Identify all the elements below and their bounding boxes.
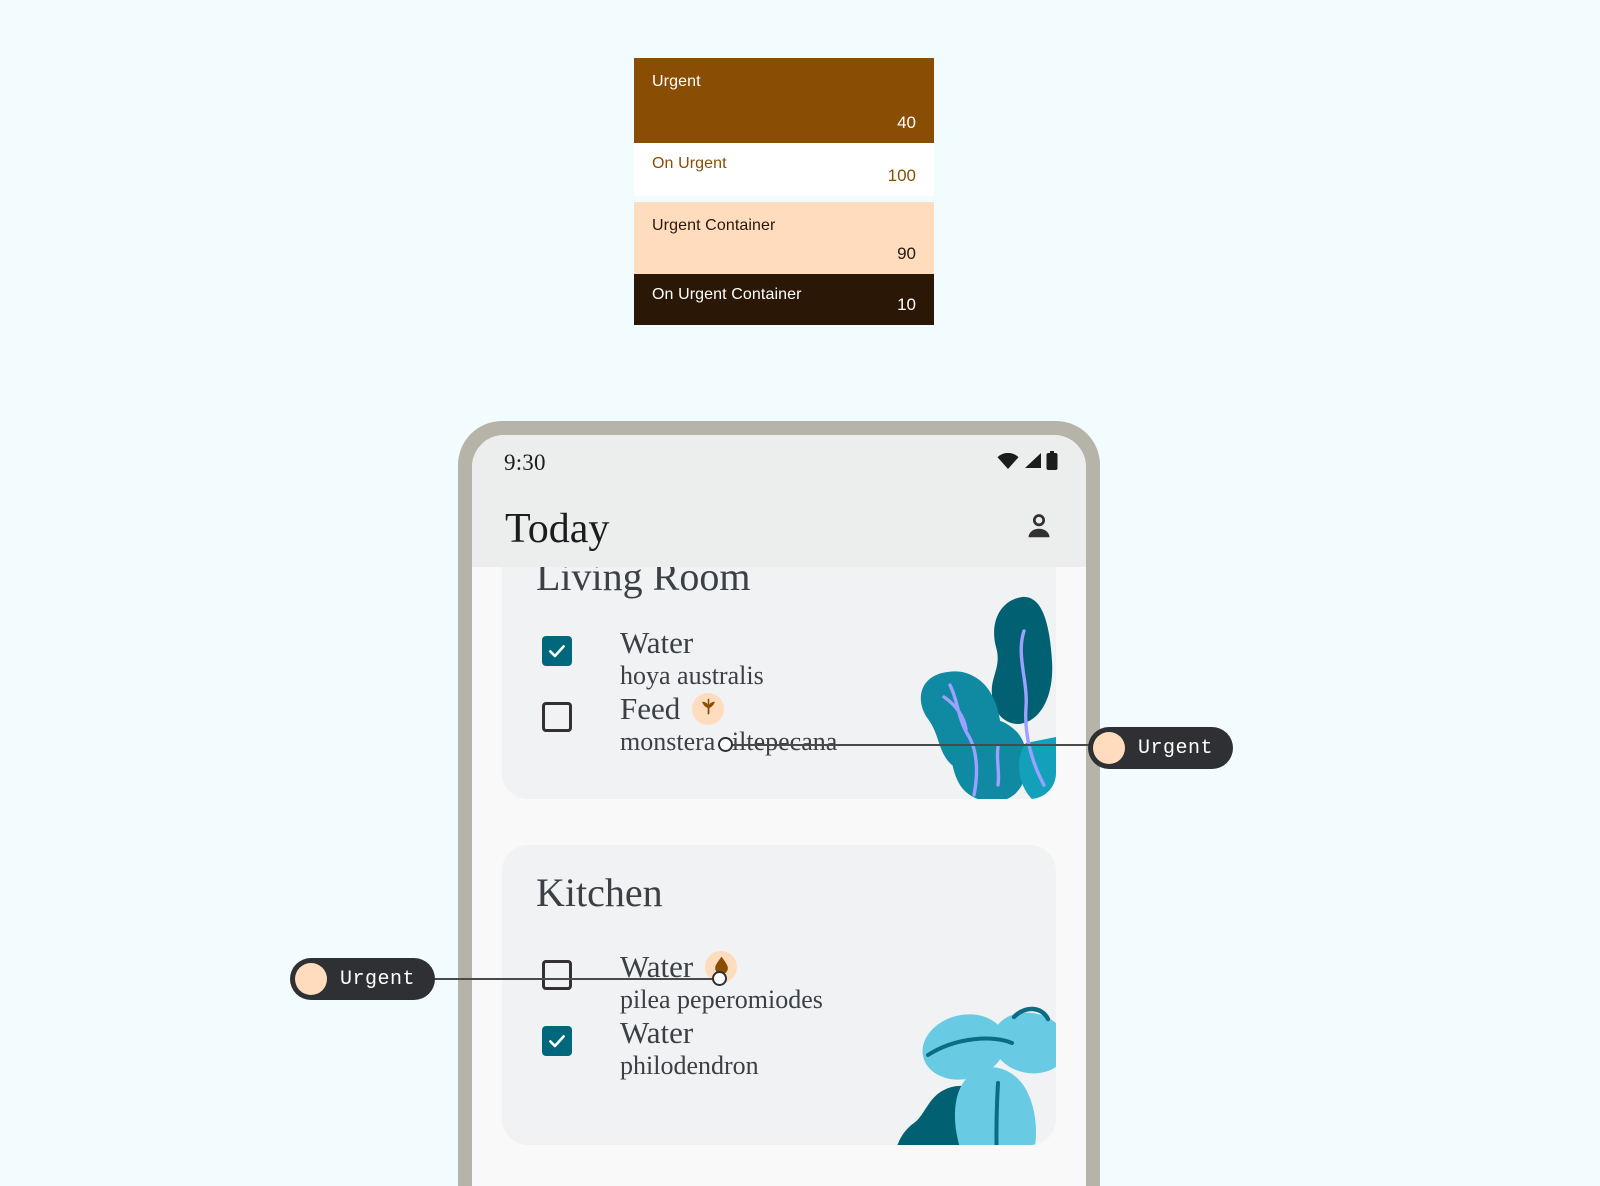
- phone-screen: 9:30 Today Living Room Water hoya austra…: [472, 435, 1086, 1186]
- annotation-anchor-point: [718, 737, 733, 752]
- swatch-name: Urgent Container: [652, 217, 776, 234]
- urgent-badge[interactable]: [692, 693, 725, 725]
- account-circle-icon[interactable]: [1022, 510, 1056, 549]
- battery-icon: [1046, 451, 1058, 475]
- task-checkbox-unchecked[interactable]: [542, 960, 572, 990]
- annotation-label: Urgent: [1138, 736, 1214, 760]
- status-bar: 9:30: [472, 435, 1086, 491]
- task-action: Water: [620, 1015, 694, 1050]
- color-swatch-dot: [1093, 732, 1125, 764]
- color-swatch-dot: [295, 963, 327, 995]
- task-list: Living Room Water hoya australis Feed mo…: [472, 567, 1086, 1145]
- swatch-on-urgent: On Urgent 100: [634, 143, 934, 196]
- swatch-tone: 10: [897, 295, 916, 314]
- swatch-name: On Urgent Container: [652, 286, 802, 303]
- annotation-leader-line: [428, 978, 720, 980]
- room-card-kitchen[interactable]: Kitchen Water pilea peperomiodes Water p…: [502, 845, 1056, 1145]
- annotation-label: Urgent: [340, 967, 416, 991]
- swatch-urgent-container: Urgent Container 90: [634, 202, 934, 274]
- app-bar: Today: [472, 491, 1086, 567]
- room-title: Kitchen: [536, 870, 663, 915]
- task-plant-name: hoya australis: [620, 661, 764, 690]
- task-plant-name: pilea peperomiodes: [620, 985, 823, 1014]
- task-action: Feed: [620, 691, 681, 726]
- swatch-name: Urgent: [652, 73, 701, 90]
- room-card-living-room[interactable]: Living Room Water hoya australis Feed mo…: [502, 567, 1056, 799]
- task-row[interactable]: Feed monstera siltepecana: [502, 692, 1056, 758]
- task-checkbox-unchecked[interactable]: [542, 702, 572, 732]
- room-title: Living Room: [536, 567, 751, 599]
- task-checkbox-checked[interactable]: [542, 636, 572, 666]
- annotation-leader-line: [732, 744, 1090, 746]
- task-title-line: Feed: [620, 692, 837, 726]
- task-action: Water: [620, 625, 694, 660]
- annotation-anchor-point: [712, 971, 727, 986]
- urgent-color-swatch-table: Urgent 40 On Urgent 100 Urgent Container…: [634, 58, 934, 325]
- phone-frame: 9:30 Today Living Room Water hoya austra…: [458, 421, 1100, 1186]
- swatch-on-urgent-container: On Urgent Container 10: [634, 274, 934, 325]
- task-row[interactable]: Water philodendron: [502, 1016, 1056, 1082]
- task-title-line: Water: [620, 1016, 759, 1050]
- swatch-urgent: Urgent 40: [634, 58, 934, 143]
- task-text: Water hoya australis: [620, 626, 764, 692]
- swatch-tone: 40: [897, 113, 916, 132]
- annotation-callout-urgent-feed: Urgent: [1088, 727, 1234, 769]
- swatch-tone: 100: [887, 166, 916, 185]
- swatch-name: On Urgent: [652, 155, 727, 172]
- task-checkbox-checked[interactable]: [542, 1026, 572, 1056]
- wifi-icon: [997, 452, 1019, 474]
- status-bar-clock: 9:30: [504, 450, 546, 475]
- task-text: Water philodendron: [620, 1016, 759, 1082]
- task-row[interactable]: Water hoya australis: [502, 626, 1056, 692]
- annotation-callout-urgent-water: Urgent: [290, 958, 436, 1000]
- swatch-tone: 90: [897, 244, 916, 263]
- task-title-line: Water: [620, 626, 764, 660]
- page-title: Today: [505, 506, 610, 552]
- cellular-signal-icon: [1023, 452, 1042, 474]
- page-root: Urgent 40 On Urgent 100 Urgent Container…: [0, 0, 1600, 1186]
- task-plant-name: philodendron: [620, 1051, 759, 1080]
- task-row[interactable]: Water pilea peperomiodes: [502, 950, 1056, 1016]
- status-bar-icons: [997, 451, 1058, 475]
- sprout-icon: [699, 697, 718, 721]
